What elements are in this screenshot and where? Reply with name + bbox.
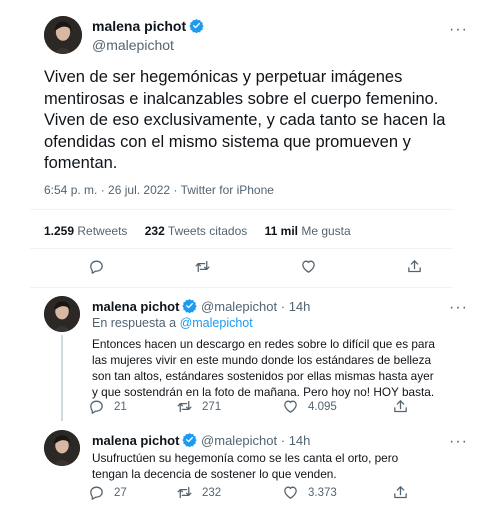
avatar-photo (44, 16, 82, 54)
reply-to-handle-link[interactable]: @malepichot (180, 316, 253, 330)
author-handle[interactable]: @malepichot (92, 37, 174, 53)
divider (30, 287, 453, 288)
author-name[interactable]: malena pichot (92, 18, 186, 34)
reply-header: malena pichot @malepichot · 14h (92, 298, 310, 314)
share-icon (394, 400, 407, 413)
reply-button[interactable] (88, 258, 105, 275)
tweet-date[interactable]: 26 jul. 2022 (108, 183, 170, 197)
reply-text: Usufructúen su hegemonía como se les can… (92, 451, 399, 481)
like-button[interactable] (300, 258, 317, 275)
avatar[interactable] (44, 296, 80, 332)
share-icon (394, 486, 407, 499)
retweet-count: 271 (202, 400, 222, 413)
quotes-stat[interactable]: 232 Tweets citados (145, 224, 248, 238)
tweet-time[interactable]: 6:54 p. m. (44, 183, 97, 197)
retweet-icon (195, 260, 210, 273)
avatar[interactable] (44, 430, 80, 466)
reply-count: 27 (114, 486, 127, 499)
reply-count: 21 (114, 400, 127, 413)
reply-button[interactable]: 27 (88, 484, 127, 501)
retweet-icon (177, 400, 192, 413)
verified-badge-icon (189, 18, 204, 33)
author-handle[interactable]: @malepichot (201, 433, 277, 448)
reply-text: Entonces hacen un descargo en redes sobr… (92, 337, 435, 399)
like-button[interactable]: 4.095 (282, 398, 337, 415)
reply-header: malena pichot @malepichot · 14h (92, 432, 310, 448)
avatar-photo (44, 296, 80, 332)
retweet-button[interactable] (194, 258, 211, 275)
divider (30, 209, 453, 210)
like-count: 3.373 (308, 486, 337, 499)
share-button[interactable] (392, 484, 409, 501)
tweet-stats: 1.259 Retweets 232 Tweets citados 11 mil… (44, 224, 365, 238)
reply-to-line: En respuesta a @malepichot (92, 316, 253, 330)
author-handle[interactable]: @malepichot (201, 299, 277, 314)
meta-separator: · (97, 183, 109, 197)
tweet-age[interactable]: · 14h (281, 433, 311, 448)
retweet-button[interactable]: 271 (176, 398, 221, 415)
like-count: 4.095 (308, 400, 337, 413)
likes-stat[interactable]: 11 mil Me gusta (265, 224, 351, 238)
more-options-icon[interactable]: ··· (449, 434, 468, 450)
share-icon (408, 260, 421, 273)
divider (30, 248, 453, 249)
retweets-stat[interactable]: 1.259 Retweets (44, 224, 127, 238)
retweet-button[interactable]: 232 (176, 484, 221, 501)
share-button[interactable] (406, 258, 423, 275)
thread-line (61, 335, 63, 421)
reply-button[interactable]: 21 (88, 398, 127, 415)
more-options-icon[interactable]: ··· (449, 22, 468, 38)
verified-badge-icon (182, 298, 198, 313)
avatar[interactable] (44, 16, 82, 54)
reply-icon (90, 486, 103, 500)
retweet-count: 232 (202, 486, 222, 499)
tweet-age[interactable]: · 14h (281, 299, 311, 314)
retweet-icon (177, 486, 192, 499)
author-name[interactable]: malena pichot (92, 299, 179, 314)
reply-icon (90, 260, 103, 274)
heart-icon (284, 400, 297, 413)
avatar-photo (44, 430, 80, 466)
reply-icon (90, 400, 103, 414)
meta-separator: · (170, 183, 181, 197)
heart-icon (284, 486, 297, 499)
author-name-row: malena pichot (92, 18, 204, 36)
like-button[interactable]: 3.373 (282, 484, 337, 501)
reply-to-prefix: En respuesta a (92, 316, 177, 330)
share-button[interactable] (392, 398, 409, 415)
tweet-client[interactable]: Twitter for iPhone (181, 183, 274, 197)
verified-badge-icon (182, 432, 198, 447)
tweet-meta: 6:54 p. m. · 26 jul. 2022 · Twitter for … (44, 183, 274, 197)
author-name[interactable]: malena pichot (92, 433, 179, 448)
tweet-text: Viven de ser hegemónicas y perpetuar imá… (44, 68, 446, 172)
heart-icon (302, 260, 315, 273)
more-options-icon[interactable]: ··· (449, 300, 468, 316)
